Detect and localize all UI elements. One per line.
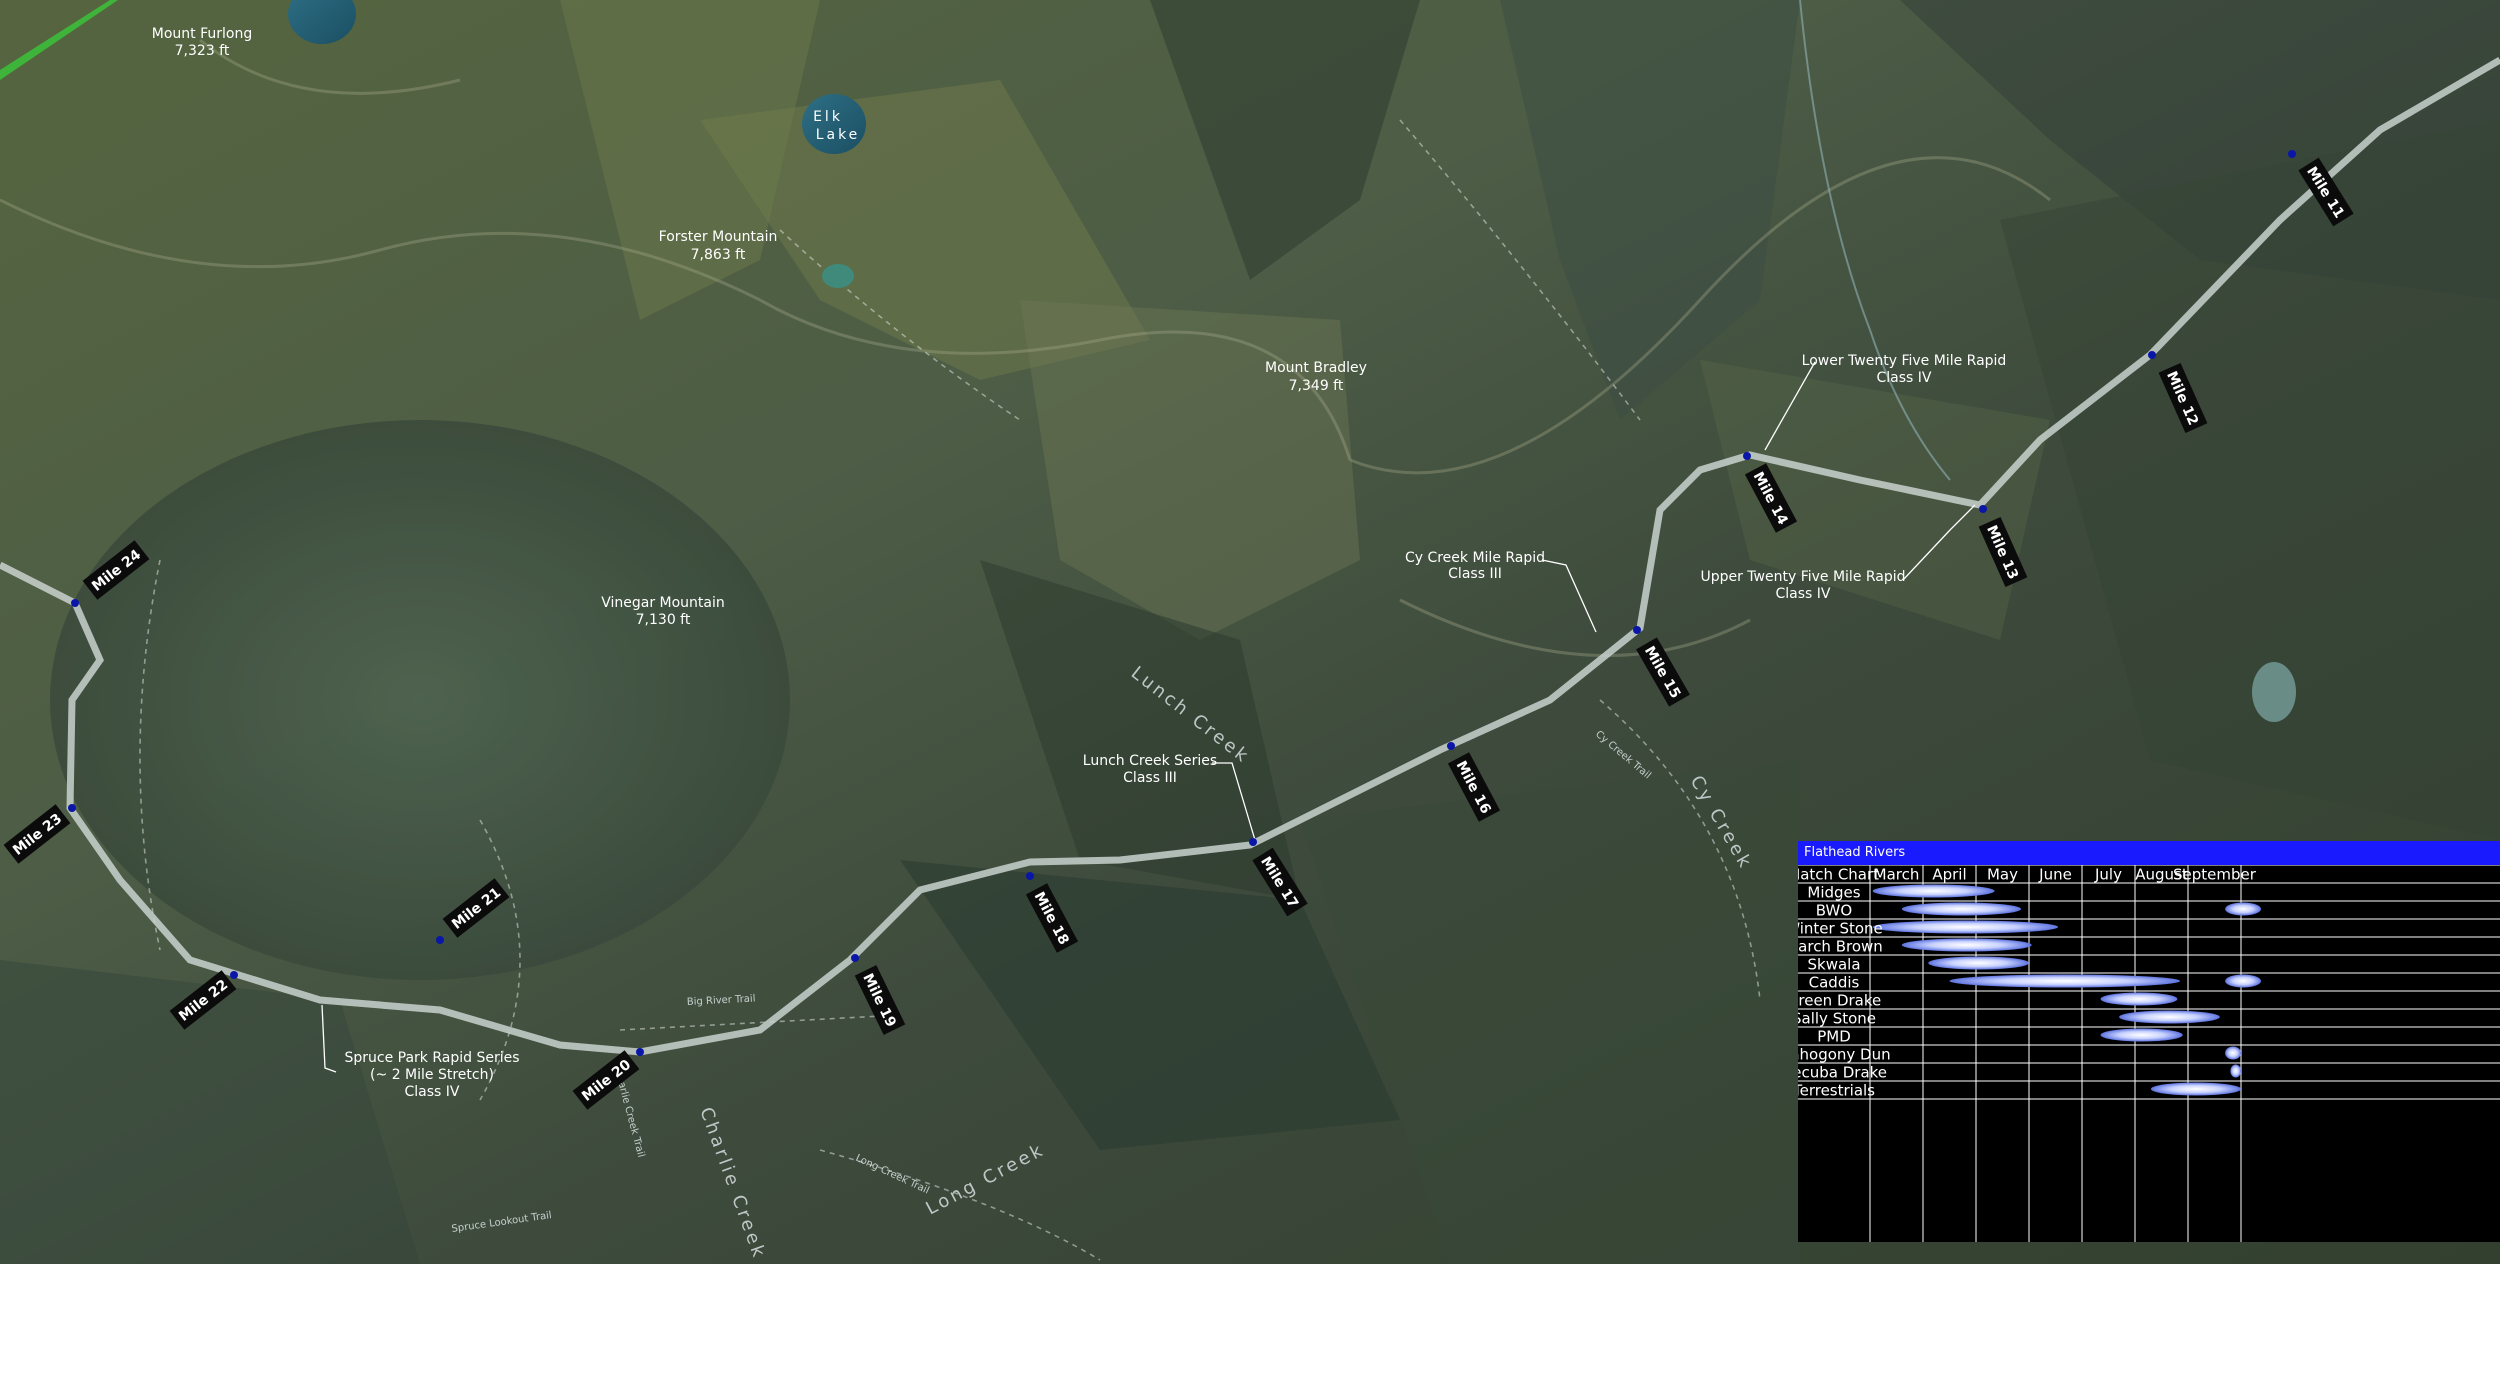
insect-label: March Brown [1798,938,1883,956]
hatch-bar [2230,1064,2241,1078]
hatch-bar [1901,902,2022,916]
svg-text:Lake: Lake [816,127,861,143]
month-header-may: May [1987,866,2018,884]
mile-marker-dot [2288,150,2296,158]
svg-text:7,863 ft: 7,863 ft [691,247,746,263]
hatch-bar [1928,956,2029,970]
insect-label: Winter Stone [1798,920,1883,938]
month-header-june: June [2038,866,2072,884]
insect-label: Hecuba Drake [1798,1064,1887,1082]
svg-text:7,130 ft: 7,130 ft [636,612,691,628]
hatch-bar [1872,884,1995,898]
svg-text:Vinegar Mountain: Vinegar Mountain [601,595,725,611]
hatch-bar [2225,902,2261,916]
hatch-bar [2225,974,2261,988]
mile-marker-dot [1743,452,1751,460]
hatch-bar [2100,1028,2183,1042]
mile-marker-dot [1979,505,1987,513]
svg-text:Upper Twenty Five Mile Rapid: Upper Twenty Five Mile Rapid [1700,569,1905,585]
hatch-bar [1901,938,2032,952]
svg-text:Class III: Class III [1448,566,1502,582]
svg-text:Lunch Creek Series: Lunch Creek Series [1083,753,1217,769]
insect-label: Terrestrials [1798,1082,1875,1100]
mile-marker-dot [68,804,76,812]
insect-label: Caddis [1809,974,1860,992]
mile-marker-dot [436,936,444,944]
mile-marker-dot [1026,872,1034,880]
svg-text:Mount Bradley: Mount Bradley [1265,360,1367,376]
svg-text:(~ 2 Mile Stretch): (~ 2 Mile Stretch) [370,1067,494,1083]
svg-text:7,349 ft: 7,349 ft [1289,378,1344,394]
pond-shape [2252,662,2296,722]
hatch-header-label: Hatch Chart [1798,866,1879,884]
svg-text:Mount Furlong: Mount Furlong [152,26,252,42]
insect-label: Sally Stone [1798,1010,1876,1028]
svg-text:Cy Creek Mile Rapid: Cy Creek Mile Rapid [1405,550,1545,566]
tarn-shape [822,264,854,288]
hatch-bar [2150,1082,2241,1096]
svg-text:7,323 ft: 7,323 ft [175,43,230,59]
mile-marker-dot [1249,838,1257,846]
hatch-chart-grid: Hatch ChartMarchAprilMayJuneJulyAugustSe… [1798,865,2500,1242]
mile-marker-dot [1447,742,1455,750]
month-header-july: July [2094,866,2122,884]
svg-text:Spruce Park Rapid Series: Spruce Park Rapid Series [344,1050,519,1066]
mile-marker-dot [636,1048,644,1056]
mile-marker-dot [851,954,859,962]
hatch-bar [1872,920,2059,934]
hatch-bar [2119,1010,2220,1024]
hatch-chart-title: Flathead Rivers [1798,841,2500,865]
insect-label: Green Drake [1798,992,1881,1010]
svg-text:Class IV: Class IV [1877,370,1932,386]
insect-label: PMD [1817,1028,1851,1046]
month-header-september: September [2173,866,2257,884]
svg-text:Class IV: Class IV [405,1084,460,1100]
insect-label: BWO [1816,902,1852,920]
svg-text:Class IV: Class IV [1776,586,1831,602]
month-header-march: March [1874,866,1920,884]
mile-marker-dot [230,971,238,979]
hatch-bar [2100,992,2178,1006]
month-header-april: April [1932,866,1966,884]
insect-label: Midges [1807,884,1860,902]
hatch-chart: Flathead Rivers Hatch ChartMarch April May… [1798,841,2500,1242]
svg-text:Elk: Elk [813,109,843,125]
hatch-bar [1949,974,2181,988]
svg-text:Class III: Class III [1123,770,1177,786]
insect-label: Mahogony Dun [1798,1046,1891,1064]
insect-label: Skwala [1807,956,1860,974]
svg-text:Lower Twenty Five Mile Rapid: Lower Twenty Five Mile Rapid [1802,353,2007,369]
mile-marker-dot [71,599,79,607]
hatch-bar [2225,1046,2241,1060]
svg-text:Forster Mountain: Forster Mountain [659,229,778,245]
mile-marker-dot [1633,626,1641,634]
mile-marker-dot [2148,351,2156,359]
